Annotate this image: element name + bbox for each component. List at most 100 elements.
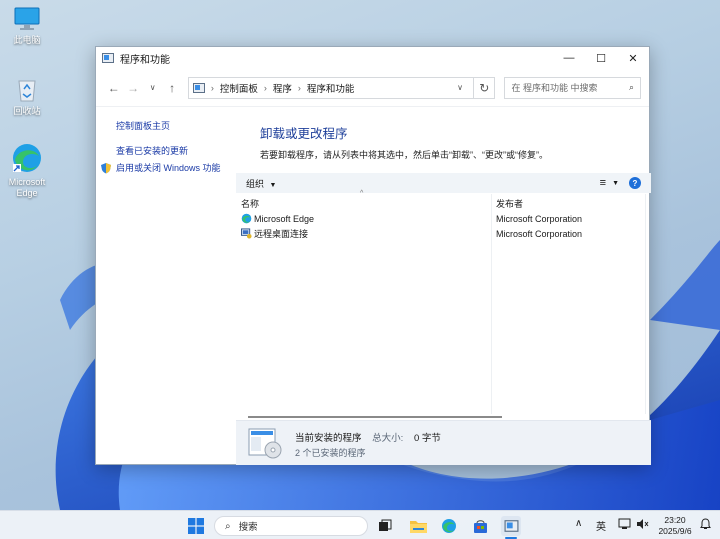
windows-logo-icon: [188, 518, 204, 534]
store-button[interactable]: [470, 516, 490, 536]
sidebar-link-control-panel-home[interactable]: 控制面板主页: [116, 119, 170, 132]
input-method-indicator[interactable]: 英: [596, 518, 606, 533]
chevron-up-icon: ∧: [575, 518, 583, 529]
column-headers: ^ 名称 发布者: [236, 190, 651, 210]
taskbar-search-label: 搜索: [238, 522, 258, 533]
program-name: Microsoft Edge: [254, 213, 315, 224]
start-button[interactable]: [186, 516, 206, 536]
programs-window: 程序和功能 — ☐ ✕ ← → ∨ ↑ › 控制面板 › 程序 › 程序和功能 …: [95, 46, 651, 465]
system-clock[interactable]: 23:20 2025/9/6: [655, 515, 695, 537]
search-input[interactable]: 在 程序和功能 中搜索 ⌕: [504, 76, 641, 99]
edge-icon: [241, 213, 252, 224]
breadcrumb-programs-features[interactable]: 程序和功能: [307, 81, 355, 95]
details-size-value: 0 字节: [413, 433, 441, 444]
store-icon: [473, 519, 487, 533]
back-button[interactable]: ←: [104, 78, 123, 98]
clock-time: 23:20: [664, 515, 686, 525]
desktop-icon-label: 此电脑: [13, 35, 41, 45]
window-title: 程序和功能: [120, 54, 170, 66]
organize-label: 组织: [246, 178, 265, 189]
close-button[interactable]: ✕: [617, 47, 649, 69]
command-bar: 组织 ▼ ≡ ▼ ?: [236, 173, 651, 193]
show-hidden-icons-button[interactable]: ∧: [575, 518, 582, 529]
edge-taskbar-button[interactable]: [439, 516, 459, 536]
forward-button[interactable]: →: [123, 78, 142, 98]
refresh-icon: ↻: [479, 80, 490, 95]
program-publisher: Microsoft Corporation: [496, 228, 583, 239]
title-bar[interactable]: 程序和功能 — ☐ ✕: [96, 47, 649, 69]
maximize-button[interactable]: ☐: [585, 47, 617, 69]
details-pane: 当前安装的程序 总大小: 0 字节 2 个已安装的程序: [236, 420, 651, 465]
remote-desktop-icon: [241, 228, 252, 239]
notifications-button[interactable]: [700, 518, 711, 533]
search-placeholder: 在 程序和功能 中搜索: [511, 83, 598, 93]
chevron-down-icon[interactable]: ∨: [451, 83, 469, 92]
details-count: 2 个已安装的程序: [295, 448, 366, 458]
page-description: 若要卸载程序，请从列表中将其选中，然后单击“卸载”、“更改”或“修复”。: [260, 150, 548, 160]
details-size-label: 总大小:: [372, 433, 404, 444]
breadcrumb-control-panel[interactable]: 控制面板: [220, 81, 258, 95]
main-content: 卸载或更改程序 若要卸载程序，请从列表中将其选中，然后单击“卸载”、“更改”或“…: [236, 107, 651, 465]
recent-locations-button[interactable]: ∨: [143, 78, 162, 98]
desktop-icon-label: 回收站: [13, 106, 41, 116]
organize-button[interactable]: 组织 ▼: [246, 177, 276, 190]
chevron-right-icon: ›: [263, 82, 267, 93]
column-header-name[interactable]: 名称: [241, 197, 259, 210]
arrow-left-icon: ←: [107, 80, 120, 95]
desktop-icon-this-pc[interactable]: 此电脑: [2, 6, 52, 46]
shield-icon: [101, 162, 111, 173]
monitor-icon: [14, 7, 40, 30]
arrow-up-icon: ↑: [169, 80, 176, 95]
desktop-icon-recycle-bin[interactable]: 回收站: [2, 75, 52, 117]
control-panel-taskbar-button[interactable]: [501, 516, 521, 536]
up-button[interactable]: ↑: [162, 78, 181, 98]
control-panel-icon: [102, 53, 114, 63]
taskbar: ⌕ 搜索 ∧ 英 23:20 2025/9/6: [0, 510, 720, 539]
task-view-icon: [379, 519, 392, 531]
chevron-right-icon: ›: [210, 82, 214, 93]
chevron-right-icon: ›: [297, 82, 301, 93]
help-button[interactable]: ?: [629, 177, 641, 189]
table-row[interactable]: 远程桌面连接 Microsoft Corporation: [236, 226, 651, 241]
edge-icon: [13, 144, 41, 172]
file-explorer-button[interactable]: [408, 516, 428, 536]
minimize-button[interactable]: —: [553, 47, 585, 69]
program-name: 远程桌面连接: [254, 229, 309, 239]
search-icon: ⌕: [225, 520, 231, 532]
program-publisher: Microsoft Corporation: [496, 213, 583, 224]
installed-programs-icon: [248, 428, 282, 459]
speaker-mute-icon: [637, 519, 649, 529]
control-panel-icon: [504, 520, 518, 532]
help-icon: ?: [632, 178, 638, 188]
network-icon: [618, 518, 631, 529]
arrow-right-icon: →: [127, 80, 140, 95]
navigation-bar: ← → ∨ ↑ › 控制面板 › 程序 › 程序和功能 ∨ ↻ 在 程序和功能 …: [96, 69, 649, 107]
horizontal-scrollbar[interactable]: [248, 416, 502, 418]
taskbar-search[interactable]: ⌕ 搜索: [214, 516, 368, 536]
page-title: 卸载或更改程序: [260, 127, 348, 141]
breadcrumb-programs[interactable]: 程序: [273, 81, 292, 95]
address-bar[interactable]: › 控制面板 › 程序 › 程序和功能 ∨: [187, 76, 475, 99]
task-view-button[interactable]: [375, 516, 395, 536]
caret-down-icon: ▼: [612, 179, 619, 187]
clock-date: 2025/9/6: [658, 526, 692, 536]
desktop-icon-edge[interactable]: Microsoft Edge: [2, 142, 52, 199]
sort-ascending-icon: ^: [360, 190, 364, 197]
volume-button[interactable]: [636, 518, 649, 533]
column-header-publisher[interactable]: 发布者: [496, 197, 523, 210]
network-button[interactable]: [618, 518, 631, 533]
sidebar-link-windows-features[interactable]: 启用或关闭 Windows 功能: [100, 161, 221, 174]
control-panel-icon: [192, 82, 205, 93]
caret-down-icon: ▼: [269, 181, 277, 189]
refresh-button[interactable]: ↻: [474, 76, 496, 99]
view-options-button[interactable]: ≡ ▼: [600, 177, 619, 189]
table-row[interactable]: Microsoft Edge Microsoft Corporation: [236, 211, 651, 226]
sidebar-link-installed-updates[interactable]: 查看已安装的更新: [116, 144, 188, 157]
sidebar-link-label: 启用或关闭 Windows 功能: [116, 163, 221, 173]
folder-icon: [409, 521, 427, 533]
desktop-icon-label: Microsoft Edge: [8, 177, 46, 198]
bell-icon: [700, 518, 711, 529]
details-title: 当前安装的程序: [295, 433, 362, 444]
chevron-down-icon: ∨: [149, 83, 156, 92]
list-view-icon: ≡: [599, 177, 607, 189]
